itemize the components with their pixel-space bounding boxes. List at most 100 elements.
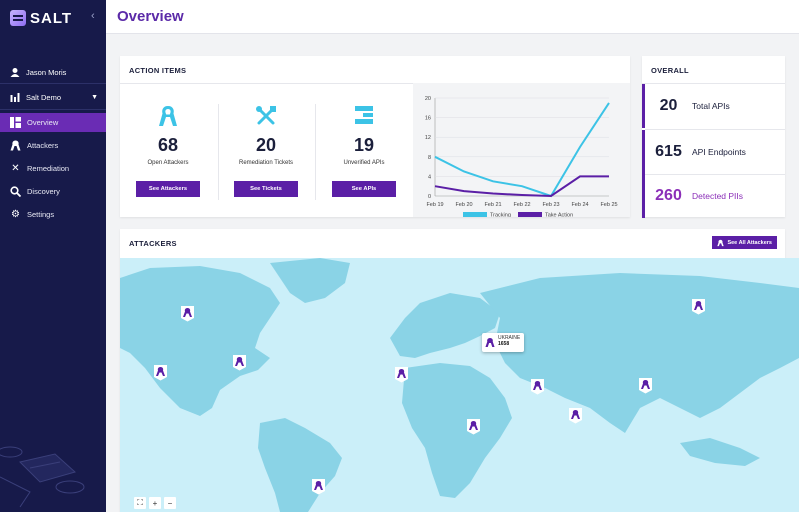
chart-y-tick-label: 20 <box>425 96 431 102</box>
chart-legend-label: Tracking <box>490 213 511 218</box>
chart-x-tick-label: Feb 20 <box>455 202 472 208</box>
attacker-marker-icon[interactable] <box>466 418 481 435</box>
attacker-marker-icon[interactable] <box>180 305 195 322</box>
attacker-marker-icon[interactable] <box>691 298 706 315</box>
overall-value: 260 <box>655 187 682 204</box>
chart-y-tick-label: 8 <box>428 155 431 161</box>
chart-legend-swatch <box>518 212 542 217</box>
sidebar-item-label: Settings <box>27 210 55 219</box>
user-menu[interactable]: Jason Moris <box>10 64 98 80</box>
page-header: Overview <box>106 0 799 34</box>
zoom-in-button[interactable]: + <box>149 497 161 509</box>
overall-card: OVERALL 20 Total APIs 615 API Endpoints … <box>642 56 785 218</box>
decorative-drone-illustration <box>0 446 85 508</box>
sidebar-item-settings[interactable]: ⚙ Settings <box>0 205 106 224</box>
collapse-chevron-icon[interactable]: ‹ <box>91 10 95 22</box>
card-title: ATTACKERS <box>129 239 177 248</box>
chart-x-tick-label: Feb 19 <box>426 202 443 208</box>
stat-label: Remediation Tickets <box>238 160 294 166</box>
sidebar-item-label: Remediation <box>27 164 70 173</box>
gear-icon: ⚙ <box>11 209 20 220</box>
fullscreen-icon[interactable]: ⛶ <box>134 497 146 509</box>
chart-series-line-0 <box>434 102 610 198</box>
sidebar-item-remediation[interactable]: ✕ Remediation <box>0 159 106 178</box>
tooltip-count: 1658 <box>498 341 510 347</box>
attacker-icon <box>717 239 725 246</box>
user-name: Jason Moris <box>26 67 67 77</box>
attacker-icon <box>485 337 495 348</box>
overall-detected-piis[interactable]: 260 Detected PIIs <box>642 174 785 218</box>
map-zoom-controls: ⛶ + − <box>134 497 176 509</box>
tools-icon <box>218 105 314 127</box>
chart-x-tick-label: Feb 25 <box>600 202 617 208</box>
sidebar-divider <box>0 109 106 110</box>
sidebar-item-attackers[interactable]: Attackers <box>0 136 106 155</box>
world-map-svg <box>120 258 799 512</box>
bar-chart-icon <box>10 93 20 102</box>
overview-icon <box>10 117 21 128</box>
see-apis-button[interactable]: See APIs <box>332 181 396 197</box>
sidebar: SALT ‹ Jason Moris Salt Demo ▼ Overview … <box>0 0 106 512</box>
tools-icon: ✕ <box>11 163 20 174</box>
attacker-marker-icon[interactable] <box>568 407 583 424</box>
stat-label: Open Attackers <box>147 160 189 166</box>
sidebar-item-label: Overview <box>27 118 59 127</box>
sidebar-item-discovery[interactable]: Discovery <box>0 182 106 201</box>
attacker-icon <box>10 140 21 151</box>
attacker-marker-icon[interactable] <box>638 377 653 394</box>
see-tickets-button[interactable]: See Tickets <box>234 181 298 197</box>
chart-y-tick-label: 0 <box>428 194 431 200</box>
stat-label: Unverified APIs <box>343 160 385 166</box>
country-tooltip: UKRAINE 1658 <box>482 333 525 352</box>
chart-y-tick-label: 4 <box>428 174 431 180</box>
sidebar-divider <box>0 83 106 84</box>
user-avatar-icon <box>10 68 20 77</box>
overall-label: Detected PIIs <box>692 191 744 201</box>
attacker-marker-icon[interactable] <box>394 366 409 383</box>
overall-label: Total APIs <box>692 101 730 111</box>
trend-chart: 0 4 8 12 16 20 Feb 19 Feb 20 Feb 21 Feb 22 Feb 23 F… <box>413 83 630 219</box>
salt-logo[interactable]: SALT <box>10 8 72 28</box>
attackers-card: ATTACKERS See All Attackers UKRAINE 1658… <box>120 229 799 512</box>
attacker-marker-icon[interactable] <box>153 364 168 381</box>
org-selector[interactable]: Salt Demo ▼ <box>10 89 98 105</box>
zoom-out-button[interactable]: − <box>164 497 176 509</box>
overall-value: 615 <box>655 143 682 160</box>
attacker-marker-icon[interactable] <box>311 478 326 495</box>
stat-value: 19 <box>353 135 375 155</box>
stat-value: 20 <box>255 135 277 155</box>
overall-label: API Endpoints <box>692 147 746 157</box>
chart-y-tick-label: 16 <box>425 116 431 122</box>
chart-x-tick-label: Feb 22 <box>513 202 530 208</box>
attackers-world-map[interactable]: UKRAINE 1658 ⛶ + − <box>120 258 799 512</box>
card-title: ACTION ITEMS <box>129 66 187 75</box>
chart-legend-label: Take Action <box>545 213 573 218</box>
sidebar-item-overview[interactable]: Overview <box>0 113 106 132</box>
overall-value: 20 <box>659 97 678 114</box>
page-title: Overview <box>117 8 184 25</box>
overall-total-apis[interactable]: 20 Total APIs <box>642 84 785 128</box>
attacker-marker-icon[interactable] <box>530 378 545 395</box>
stat-unverified-apis: 19 Unverified APIs See APIs <box>316 83 412 217</box>
button-label: See All Attackers <box>727 239 772 246</box>
logo-text: SALT <box>30 9 73 27</box>
see-all-attackers-button[interactable]: See All Attackers <box>712 236 777 249</box>
see-attackers-button[interactable]: See Attackers <box>136 181 200 197</box>
org-name: Salt Demo <box>26 92 62 102</box>
sidebar-item-label: Discovery <box>27 187 60 196</box>
trend-chart-svg: 0 4 8 12 16 20 Feb 19 Feb 20 Feb 21 Feb 22 Feb 23 F… <box>425 96 618 219</box>
stat-open-attackers: 68 Open Attackers See Attackers <box>120 83 216 217</box>
sidebar-item-label: Attackers <box>27 141 59 150</box>
attacker-marker-icon[interactable] <box>232 354 247 371</box>
search-icon <box>10 186 21 197</box>
stat-value: 68 <box>157 135 179 155</box>
overall-api-endpoints[interactable]: 615 API Endpoints <box>642 130 785 174</box>
chart-legend-swatch <box>463 212 487 217</box>
chart-x-tick-label: Feb 24 <box>571 202 588 208</box>
chart-y-tick-label: 12 <box>425 135 431 141</box>
chart-x-tick-label: Feb 23 <box>542 202 559 208</box>
caret-down-icon: ▼ <box>91 93 98 101</box>
card-title: OVERALL <box>651 66 689 75</box>
sidebar-nav: Overview Attackers ✕ Remediation Discove… <box>0 113 106 228</box>
action-items-card: ACTION ITEMS 68 Open Attackers See Attac… <box>120 56 630 219</box>
